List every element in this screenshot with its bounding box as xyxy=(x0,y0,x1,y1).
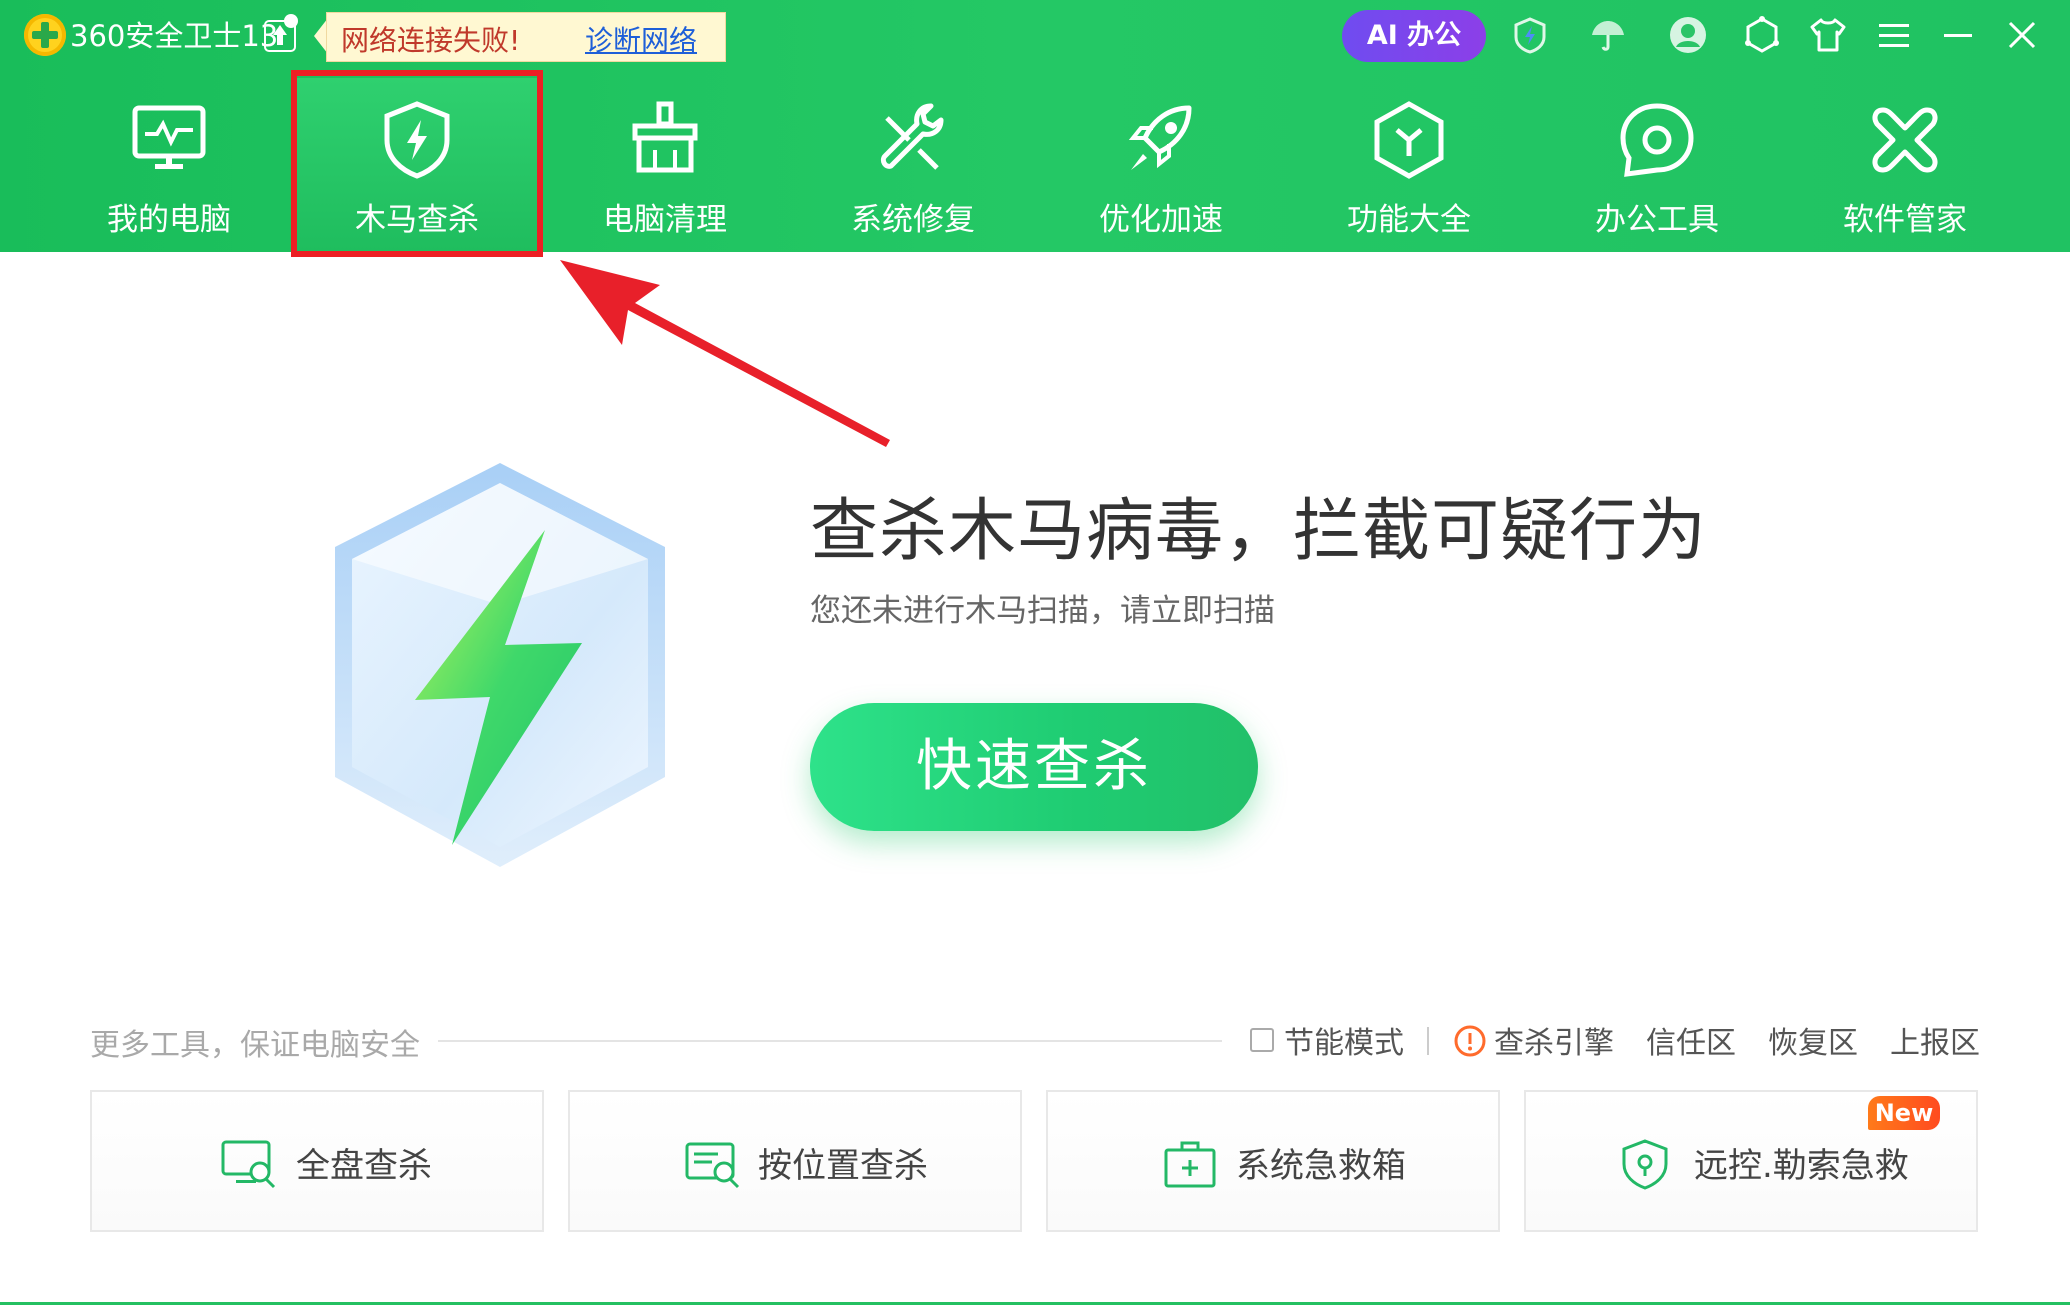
nav-label: 电脑清理 xyxy=(603,202,727,238)
restore-zone-link[interactable]: 恢复区 xyxy=(1768,1018,1858,1062)
tools-caption: 更多工具，保证电脑安全 xyxy=(90,1028,420,1063)
diagnose-network-link[interactable]: 诊断网络 xyxy=(585,19,697,59)
trust-zone-link[interactable]: 信任区 xyxy=(1646,1018,1736,1062)
nav-all-features[interactable]: 功能大全 xyxy=(1285,78,1533,252)
tool-card-label: 系统急救箱 xyxy=(1236,1146,1406,1186)
nav-software-manager[interactable]: 软件管家 xyxy=(1781,78,2029,252)
energy-saving-checkbox[interactable] xyxy=(1250,1028,1274,1052)
nav-my-computer[interactable]: 我的电脑 xyxy=(45,78,293,252)
rocket-icon xyxy=(1128,105,1192,170)
first-aid-icon xyxy=(1164,1141,1216,1188)
nav-speedup[interactable]: 优化加速 xyxy=(1037,78,1285,252)
nav-label: 系统修复 xyxy=(851,202,975,238)
skin-icon[interactable] xyxy=(1742,15,1782,55)
page-headline: 查杀木马病毒，拦截可疑行为 xyxy=(810,492,1708,571)
nav-label: 优化加速 xyxy=(1099,202,1223,238)
nav-office-tools[interactable]: 办公工具 xyxy=(1533,78,1781,252)
update-alert-dot xyxy=(284,14,298,28)
tool-card-label: 远控.勒索急救 xyxy=(1694,1146,1909,1186)
nav-label: 软件管家 xyxy=(1843,202,1967,238)
scan-engine-link[interactable]: 查杀引擎 xyxy=(1494,1018,1614,1062)
broom-icon xyxy=(632,101,698,173)
chat-bubble-icon xyxy=(1620,103,1694,177)
warning-icon xyxy=(1454,1025,1486,1057)
shield-bolt-illustration xyxy=(335,463,665,867)
tool-card-label: 全盘查杀 xyxy=(296,1146,432,1186)
app-logo-icon xyxy=(24,14,66,56)
nav-pc-cleanup[interactable]: 电脑清理 xyxy=(541,78,789,252)
menu-icon[interactable] xyxy=(1874,15,1914,55)
notification-text: 网络连接失败! xyxy=(341,24,521,57)
ai-office-button[interactable]: AI 办公 xyxy=(1342,10,1486,62)
full-scan-icon xyxy=(221,1140,276,1189)
apps-icon xyxy=(1872,107,1938,173)
nav-system-repair[interactable]: 系统修复 xyxy=(789,78,1037,252)
monitor-icon xyxy=(132,105,206,169)
user-avatar-icon[interactable] xyxy=(1668,15,1708,55)
full-scan-card[interactable]: 全盘查杀 xyxy=(90,1090,544,1232)
app-title: 360安全卫士13 xyxy=(70,19,279,53)
minimize-icon[interactable] xyxy=(1938,15,1978,55)
lock-shield-icon xyxy=(1622,1139,1668,1190)
network-notification: 网络连接失败! 诊断网络 xyxy=(326,12,726,62)
location-scan-icon xyxy=(685,1142,740,1189)
ransomware-rescue-card[interactable]: New 远控.勒索急救 xyxy=(1524,1090,1978,1232)
close-icon[interactable] xyxy=(2002,15,2042,55)
new-badge: New xyxy=(1868,1096,1940,1130)
speed-shield-icon[interactable] xyxy=(1510,15,1550,55)
energy-saving-label[interactable]: 节能模式 xyxy=(1284,1018,1404,1062)
first-aid-card[interactable]: 系统急救箱 xyxy=(1046,1090,1500,1232)
shirt-icon[interactable] xyxy=(1808,15,1848,55)
tools-divider xyxy=(438,1040,1222,1042)
location-scan-card[interactable]: 按位置查杀 xyxy=(568,1090,1022,1232)
annotation-highlight-box xyxy=(291,70,543,257)
report-zone-link[interactable]: 上报区 xyxy=(1890,1018,1980,1062)
quick-scan-button[interactable]: 快速查杀 xyxy=(810,703,1258,831)
tool-card-label: 按位置查杀 xyxy=(758,1146,928,1186)
wrench-icon xyxy=(880,103,944,170)
options-separator xyxy=(1427,1027,1429,1055)
scan-status-text: 您还未进行木马扫描，请立即扫描 xyxy=(810,593,1275,629)
nav-label: 我的电脑 xyxy=(107,202,231,238)
umbrella-icon[interactable] xyxy=(1588,15,1628,55)
nav-label: 办公工具 xyxy=(1595,202,1719,238)
annotation-arrow-icon xyxy=(560,260,890,447)
nav-label: 功能大全 xyxy=(1347,202,1471,238)
cube-icon xyxy=(1374,101,1444,179)
